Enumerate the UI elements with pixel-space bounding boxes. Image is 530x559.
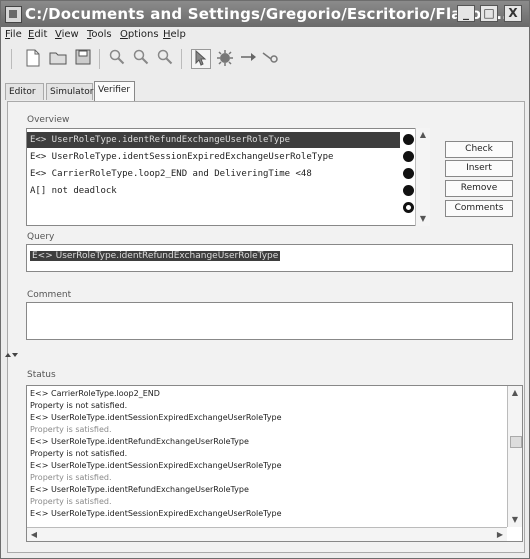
toolbar-separator <box>181 49 182 69</box>
close-button[interactable]: X <box>504 5 522 22</box>
insert-button[interactable]: Insert <box>445 160 513 177</box>
zoom-fit-icon[interactable] <box>155 49 175 69</box>
list-item[interactable]: E<> UserRoleType.identSessionExpiredExch… <box>27 149 400 165</box>
scroll-up-icon[interactable]: ▲ <box>416 128 430 142</box>
window-title: C:/Documents and Settings/Gregorio/Escri… <box>25 5 509 23</box>
tab-verifier[interactable]: Verifier <box>94 81 135 101</box>
tab-simulator[interactable]: Simulator <box>46 83 93 100</box>
select-pointer-icon[interactable] <box>191 49 211 69</box>
status-line: Property is not satisfied. <box>30 449 128 458</box>
save-icon[interactable] <box>73 49 93 69</box>
status-line: E<> UserRoleType.identSessionExpiredExch… <box>30 509 282 518</box>
scroll-up-icon[interactable]: ▲ <box>508 386 522 400</box>
overview-label: Overview <box>27 115 70 125</box>
divider-arrows-icon[interactable] <box>3 351 19 361</box>
status-marker <box>403 151 414 162</box>
nail-icon[interactable] <box>261 49 281 69</box>
status-line: E<> UserRoleType.identRefundExchangeUser… <box>30 437 249 446</box>
status-line: E<> UserRoleType.identRefundExchangeUser… <box>30 485 249 494</box>
status-marker <box>403 168 414 179</box>
menu-bar: File Edit View Tools Options Help <box>1 27 529 43</box>
status-marker <box>403 134 414 145</box>
toolbar <box>1 43 529 73</box>
status-vscrollbar[interactable]: ▲ ▼ <box>507 386 522 527</box>
status-label: Status <box>27 370 56 380</box>
query-field[interactable]: E<> UserRoleType.identRefundExchangeUser… <box>26 244 513 272</box>
zoom-out-icon[interactable] <box>131 49 151 69</box>
toolbar-separator <box>99 49 100 69</box>
status-line: E<> UserRoleType.identSessionExpiredExch… <box>30 461 282 470</box>
comments-button[interactable]: Comments <box>445 200 513 217</box>
overview-scrollbar[interactable]: ▲ ▼ <box>415 128 430 226</box>
new-file-icon[interactable] <box>23 49 43 69</box>
zoom-in-icon[interactable] <box>107 49 127 69</box>
status-line: Property is satisfied. <box>30 425 112 434</box>
remove-button[interactable]: Remove <box>445 180 513 197</box>
comment-label: Comment <box>27 290 72 300</box>
status-hscrollbar[interactable]: ◀ ▶ <box>27 527 507 541</box>
open-folder-icon[interactable] <box>48 49 68 69</box>
tab-editor[interactable]: Editor <box>5 83 44 100</box>
query-label: Query <box>27 232 55 242</box>
toolbar-grip <box>11 49 12 69</box>
status-marker <box>403 185 414 196</box>
menu-file[interactable]: File <box>5 29 22 40</box>
scroll-down-icon[interactable]: ▼ <box>508 513 522 527</box>
comment-field[interactable] <box>26 302 513 340</box>
title-bar[interactable]: C:/Documents and Settings/Gregorio/Escri… <box>1 1 529 27</box>
minimize-button[interactable]: _ <box>457 5 475 22</box>
status-line: Property is satisfied. <box>30 473 112 482</box>
menu-tools[interactable]: Tools <box>87 29 112 40</box>
scroll-thumb[interactable] <box>510 436 522 448</box>
status-marker <box>403 202 414 213</box>
menu-view[interactable]: View <box>55 29 79 40</box>
status-line: E<> CarrierRoleType.loop2_END <box>30 389 160 398</box>
location-icon[interactable] <box>215 49 235 69</box>
menu-options[interactable]: Options <box>120 29 159 40</box>
scroll-right-icon[interactable]: ▶ <box>493 528 507 541</box>
menu-help[interactable]: Help <box>163 29 186 40</box>
scroll-down-icon[interactable]: ▼ <box>416 212 430 226</box>
split-pane-divider[interactable] <box>3 351 525 365</box>
menu-edit[interactable]: Edit <box>28 29 47 40</box>
list-item[interactable]: E<> UserRoleType.identRefundExchangeUser… <box>27 132 400 148</box>
status-line: E<> UserRoleType.identSessionExpiredExch… <box>30 413 282 422</box>
app-window: C:/Documents and Settings/Gregorio/Escri… <box>0 0 530 559</box>
query-text: E<> UserRoleType.identRefundExchangeUser… <box>30 251 281 261</box>
status-line: Property is not satisfied. <box>30 401 128 410</box>
edge-icon[interactable] <box>239 49 259 69</box>
check-button[interactable]: Check <box>445 141 513 158</box>
scroll-left-icon[interactable]: ◀ <box>27 528 41 541</box>
maximize-button[interactable]: □ <box>480 5 498 22</box>
status-log[interactable]: E<> CarrierRoleType.loop2_END Property i… <box>26 385 523 542</box>
app-icon <box>5 6 22 23</box>
list-item[interactable]: A[] not deadlock <box>27 183 400 199</box>
overview-list[interactable]: E<> UserRoleType.identRefundExchangeUser… <box>26 128 416 226</box>
status-line: Property is satisfied. <box>30 497 112 506</box>
list-item[interactable]: E<> CarrierRoleType.loop2_END and Delive… <box>27 166 400 182</box>
